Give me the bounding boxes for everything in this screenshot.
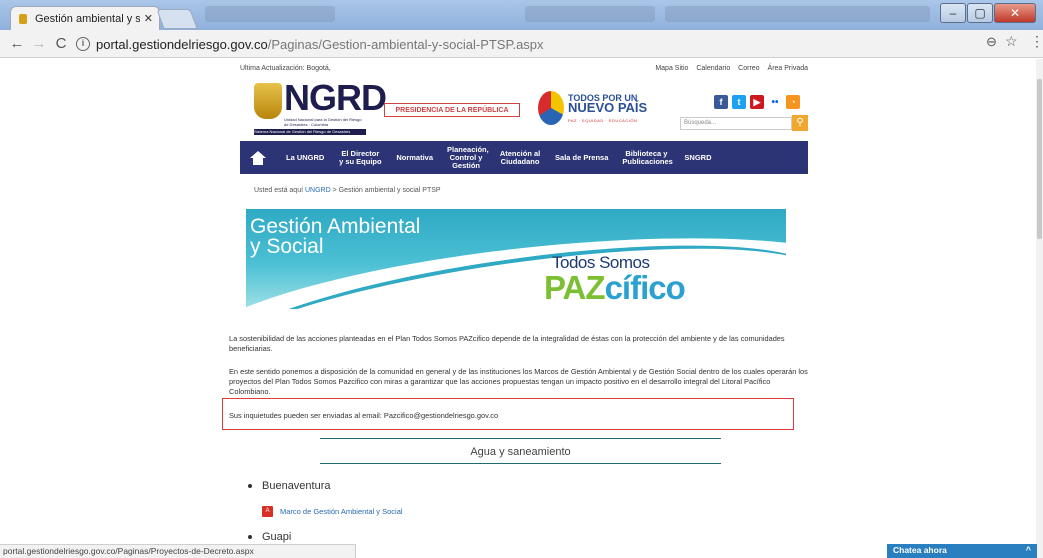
window-titlebar: Gestión ambiental y soci ✕ – ▢ ✕	[0, 0, 1043, 30]
paragraph-disposicion: En este sentido ponemos a disposición de…	[229, 367, 808, 396]
forward-arrow-icon[interactable]: →	[28, 35, 50, 52]
blurred-taskbar	[525, 6, 655, 22]
zoom-icon[interactable]: ⊖	[986, 34, 997, 50]
list-item-buenaventura: Buenaventura	[262, 480, 331, 492]
minimize-button[interactable]: –	[940, 3, 966, 23]
breadcrumb-prefix: Usted está aquí	[254, 187, 304, 194]
browser-tab[interactable]: Gestión ambiental y soci ✕	[10, 6, 160, 30]
top-links: Mapa Sitio Calendario Correo Área Privad…	[649, 65, 808, 72]
blurred-taskbar	[665, 6, 930, 22]
home-icon	[250, 150, 266, 165]
last-update-label: Ultima Actualización: Bogotá,	[240, 64, 331, 72]
chat-widget[interactable]: Chatea ahora ^	[887, 544, 1037, 558]
address-bar[interactable]: i portal.gestiondelriesgo.gov.co /Pagina…	[76, 33, 1011, 55]
bullet-icon	[248, 535, 252, 540]
facebook-icon[interactable]: f	[714, 95, 728, 109]
paragraph-sostenibilidad: La sostenibilidad de las acciones plante…	[229, 334, 785, 353]
tab-close-icon[interactable]: ✕	[144, 12, 153, 25]
todos-line2: NUEVO PAÍS	[568, 100, 648, 115]
nav-planeacion[interactable]: Planeación, Control y Gestión	[440, 145, 492, 170]
bookmark-star-icon[interactable]: ☆	[1005, 33, 1018, 50]
youtube-icon[interactable]: ▶	[750, 95, 764, 109]
rss-icon[interactable]: ◔	[786, 95, 800, 109]
nav-biblioteca[interactable]: Biblioteca y Publicaciones	[615, 149, 677, 166]
nav-sala-prensa[interactable]: Sala de Prensa	[548, 153, 615, 162]
nav-sngrd[interactable]: SNGRD	[677, 153, 718, 162]
breadcrumb-current: Gestión ambiental y social PTSP	[338, 187, 441, 194]
todos-por-un-nuevo-pais-logo[interactable]: TODOS POR UN NUEVO PAÍS PAZ · EQUIDAD · …	[538, 89, 648, 129]
social-icons: f t ▶ •• ◔	[714, 95, 800, 109]
bullet-icon	[248, 484, 252, 489]
search-input[interactable]: Búsqueda...	[680, 117, 792, 130]
scroll-thumb[interactable]	[1037, 79, 1042, 239]
list-item: Buenaventura	[248, 480, 331, 492]
list-item-guapi: Guapi	[262, 531, 292, 543]
maximize-button[interactable]: ▢	[967, 3, 993, 23]
list-item: Guapi	[248, 531, 291, 543]
section-divider-bottom	[320, 463, 721, 464]
breadcrumb-separator: >	[332, 187, 337, 194]
reload-icon[interactable]: C	[50, 35, 72, 52]
search-icon[interactable]: ⚲	[792, 115, 808, 131]
page-viewport: Ultima Actualización: Bogotá, Mapa Sitio…	[0, 59, 1036, 558]
logo-bar: Sistema Nacional de Gestión del Riesgo d…	[254, 129, 366, 135]
tab-title: Gestión ambiental y soci	[35, 12, 140, 25]
home-button[interactable]	[240, 141, 276, 174]
nav-director[interactable]: El Director y su Equipo	[331, 149, 389, 166]
banner-pazcifico: PAZcífico	[544, 269, 686, 307]
top-info-bar: Ultima Actualización: Bogotá, Mapa Sitio…	[240, 61, 808, 75]
top-link-area-privada[interactable]: Área Privada	[768, 65, 808, 72]
banner-title-line1: Gestión Ambiental	[250, 215, 421, 238]
nav-atencion[interactable]: Atención al Ciudadano	[492, 149, 548, 166]
section-title: Agua y saneamiento	[470, 446, 571, 458]
pdf-link-label[interactable]: Marco de Gestión Ambiental y Social	[280, 507, 403, 516]
ngrd-crest-icon	[254, 83, 282, 119]
banner-title: Gestión Ambiental y Social	[250, 215, 421, 258]
breadcrumb-link-ungrd[interactable]: UNGRD	[305, 187, 331, 194]
new-tab-button[interactable]	[156, 9, 198, 29]
todos-foot: PAZ · EQUIDAD · EDUCACIÓN	[568, 118, 638, 123]
paragraph-email: Sus inquietudes pueden ser enviadas al e…	[229, 411, 499, 420]
flickr-icon[interactable]: ••	[768, 95, 782, 109]
logo-text: NGRD	[284, 77, 387, 118]
ngrd-favicon-icon	[19, 13, 27, 24]
top-link-mapa[interactable]: Mapa Sitio	[655, 65, 688, 72]
banner-paz-text: PAZ	[544, 269, 606, 306]
site-header: NGRD Unidad Nacional para la Gestión del…	[240, 75, 808, 141]
nav-normativa[interactable]: Normativa	[389, 153, 440, 162]
section-divider-top	[320, 438, 721, 439]
twitter-icon[interactable]: t	[732, 95, 746, 109]
todos-text: TODOS POR UN NUEVO PAÍS	[568, 93, 648, 115]
breadcrumb: Usted está aquí UNGRD > Gestión ambienta…	[254, 187, 441, 194]
pdf-link[interactable]: A Marco de Gestión Ambiental y Social	[262, 506, 403, 517]
url-path: /Paginas/Gestion-ambiental-y-social-PTSP…	[267, 36, 544, 52]
status-bar: portal.gestiondelriesgo.gov.co/Paginas/P…	[0, 544, 356, 558]
hero-banner: Gestión Ambiental y Social Todos Somos P…	[246, 209, 786, 309]
info-icon[interactable]: i	[76, 37, 90, 51]
back-arrow-icon[interactable]: ←	[6, 35, 28, 52]
chat-label: Chatea ahora	[893, 545, 947, 555]
banner-title-line2: y Social	[250, 235, 324, 258]
banner-cifico-text: cífico	[604, 269, 686, 306]
logo-subtitle: Unidad Nacional para la Gestión del Ries…	[284, 117, 362, 127]
url-domain: portal.gestiondelriesgo.gov.co	[96, 36, 268, 52]
browser-menu-icon[interactable]: ⋮	[1030, 33, 1043, 50]
nav-la-ungrd[interactable]: La UNGRD	[276, 153, 331, 162]
main-navbar: La UNGRD El Director y su Equipo Normati…	[240, 141, 808, 174]
page-scrollbar[interactable]	[1036, 59, 1043, 558]
pdf-icon: A	[262, 506, 273, 517]
ngrd-logo[interactable]: NGRD Unidad Nacional para la Gestión del…	[254, 77, 387, 137]
chevron-up-icon[interactable]: ^	[1026, 545, 1031, 557]
top-link-calendario[interactable]: Calendario	[696, 65, 730, 72]
colombia-swoosh-icon	[538, 91, 564, 125]
presidencia-logo[interactable]: PRESIDENCIA DE LA REPÚBLICA	[384, 103, 520, 117]
top-link-correo[interactable]: Correo	[738, 65, 759, 72]
blurred-tab	[205, 6, 335, 22]
close-window-button[interactable]: ✕	[994, 3, 1036, 23]
